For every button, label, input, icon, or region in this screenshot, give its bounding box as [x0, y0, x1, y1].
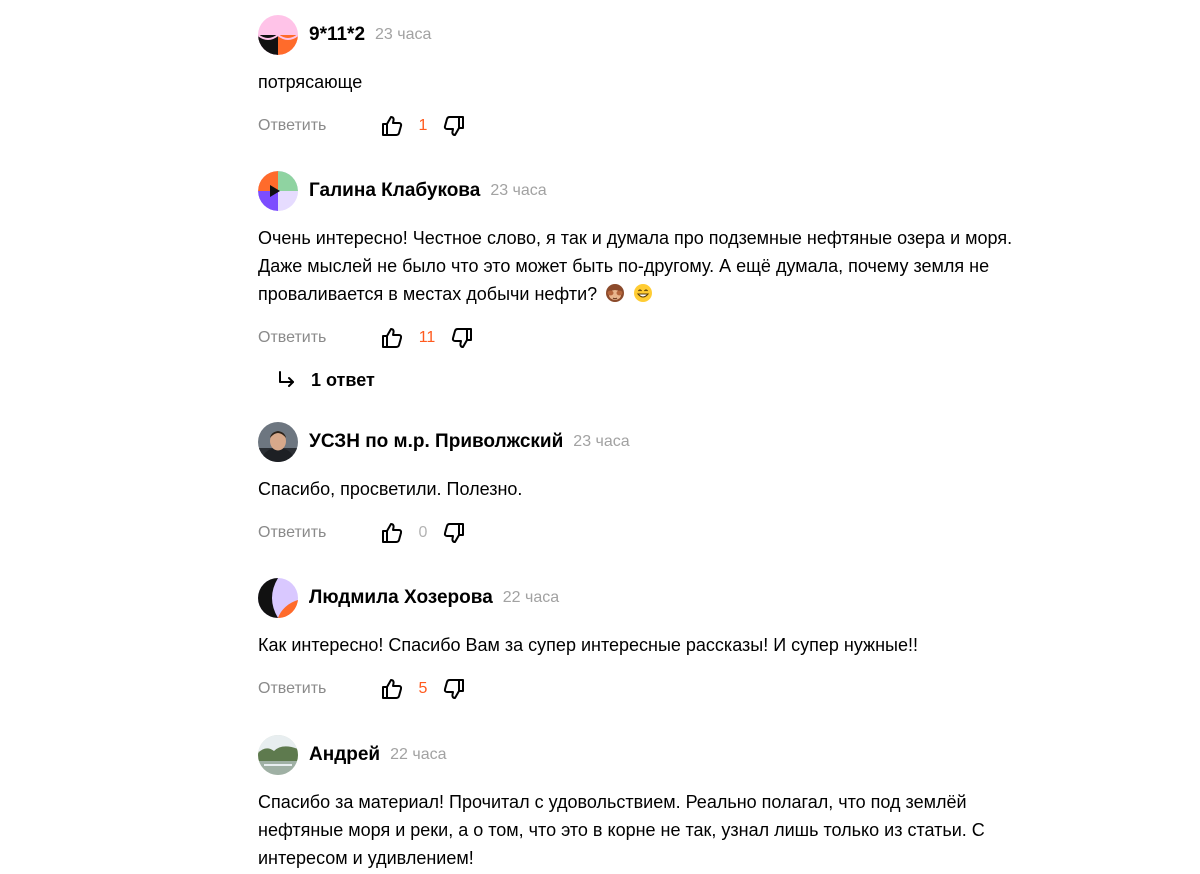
author-name[interactable]: Галина Клабукова	[309, 180, 480, 202]
like-count: 0	[418, 524, 428, 541]
comment-item: УСЗН по м.р. Приволжский 23 часа Спасибо…	[258, 422, 1018, 548]
reply-arrow-icon	[276, 369, 298, 391]
comment-text: Спасибо за материал! Прочитал с удовольс…	[258, 792, 985, 868]
comment-item: Людмила Хозерова 22 часа Как интересно! …	[258, 578, 1018, 704]
author-name[interactable]: УСЗН по м.р. Приволжский	[309, 431, 563, 453]
comment-text: потрясающе	[258, 72, 363, 92]
comment-time: 23 часа	[573, 433, 630, 450]
thumbs-down-icon[interactable]	[441, 113, 467, 139]
reply-button[interactable]: Ответить	[258, 117, 379, 135]
replies-count: 1 ответ	[311, 369, 375, 390]
comment-item: Галина Клабукова 23 часа Очень интересно…	[258, 171, 1018, 395]
comment-time: 23 часа	[375, 26, 432, 43]
thumbs-up-icon[interactable]	[379, 520, 405, 546]
grinning-face-emoji	[633, 283, 653, 303]
comment-item: 9*11*2 23 часа потрясающе Ответить 1	[258, 15, 1018, 141]
comment-header: Андрей 22 часа	[258, 735, 1018, 775]
like-count: 1	[418, 117, 428, 134]
comment-text: Как интересно! Спасибо Вам за супер инте…	[258, 635, 918, 655]
author-name[interactable]: Андрей	[309, 744, 380, 766]
reply-button[interactable]: Ответить	[258, 524, 379, 542]
thumbs-up-icon[interactable]	[379, 676, 405, 702]
reply-button[interactable]: Ответить	[258, 329, 379, 347]
thumbs-down-icon[interactable]	[449, 325, 475, 351]
avatar[interactable]	[258, 422, 298, 462]
avatar[interactable]	[258, 15, 298, 55]
comment-header: Галина Клабукова 23 часа	[258, 171, 1018, 211]
comment-time: 22 часа	[502, 589, 560, 606]
comment-actions: Ответить 5	[258, 674, 1018, 704]
comment-header: УСЗН по м.р. Приволжский 23 часа	[258, 422, 1018, 462]
avatar[interactable]	[258, 578, 298, 618]
thumbs-down-icon[interactable]	[441, 520, 467, 546]
comment-actions: Ответить 11	[258, 323, 1018, 353]
author-name[interactable]: 9*11*2	[309, 24, 365, 46]
see-no-evil-monkey-emoji	[605, 283, 625, 303]
avatar[interactable]	[258, 735, 298, 775]
thumbs-up-icon[interactable]	[379, 325, 405, 351]
comment-header: 9*11*2 23 часа	[258, 15, 1018, 55]
like-count: 5	[418, 680, 428, 697]
comment-text: Спасибо, просветили. Полезно.	[258, 479, 523, 499]
comment-item: Андрей 22 часа Спасибо за материал! Проч…	[258, 735, 1018, 872]
thumbs-up-icon[interactable]	[379, 113, 405, 139]
comment-time: 22 часа	[390, 746, 447, 763]
like-count: 11	[418, 329, 436, 346]
comment-time: 23 часа	[490, 182, 547, 199]
avatar[interactable]	[258, 171, 298, 211]
comment-actions: Ответить 1	[258, 111, 1018, 141]
author-name[interactable]: Людмила Хозерова	[309, 587, 493, 609]
comment-header: Людмила Хозерова 22 часа	[258, 578, 1018, 618]
show-replies-button[interactable]: 1 ответ	[276, 365, 1018, 395]
comment-actions: Ответить 0	[258, 518, 1018, 548]
comment-text: Очень интересно! Честное слово, я так и …	[258, 224, 1018, 308]
thumbs-down-icon[interactable]	[441, 676, 467, 702]
reply-button[interactable]: Ответить	[258, 680, 379, 698]
